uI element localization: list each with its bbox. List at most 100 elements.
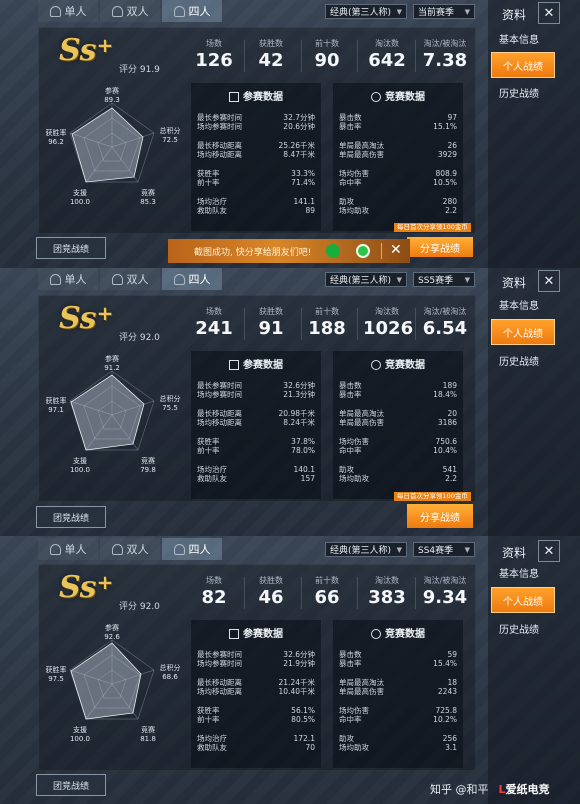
crosshair-icon: [371, 92, 381, 102]
tab-squad[interactable]: 四人: [162, 268, 222, 290]
mode-value: 经典(第三人称): [330, 8, 392, 18]
screenshot-toast: 截图成功, 快分享给朋友们吧! ✕: [168, 239, 410, 263]
side-item-history[interactable]: 历史战绩: [488, 80, 550, 104]
side-item-personal-record[interactable]: 个人战绩: [491, 52, 555, 78]
close-icon[interactable]: ✕: [390, 242, 402, 258]
data-row: 单局最高淘汰 26: [339, 141, 457, 150]
record-panel-3: 单人 双人 四人 经典(第三人称) ▼ SS4赛季 ▼ 资料 ✕ 基本信息 个人战绩…: [0, 536, 580, 804]
radar-label-participation: 参赛 89.3: [104, 87, 120, 104]
tab-squad[interactable]: 四人: [162, 538, 222, 560]
tab-duo[interactable]: 双人: [100, 268, 160, 290]
data-row: 场均治疗 140.1: [197, 465, 315, 474]
radar-label-points: 总积分 68.6: [159, 664, 181, 681]
wechat-icon[interactable]: [326, 244, 340, 258]
side-item-personal-record[interactable]: 个人战绩: [491, 587, 555, 613]
stat-kd: 淘汰/被淘汰 6.54: [422, 307, 468, 339]
divider: [415, 577, 416, 609]
side-item-basic-info[interactable]: 基本信息: [488, 560, 550, 584]
radar-label-combat: 竞赛 85.3: [140, 189, 156, 206]
data-row: 最长移动距离 20.98千米: [197, 409, 315, 418]
radar-box: 参赛 92.6 总积分 68.6 竞赛 81.8 支援 100.0 获胜率 97.5: [39, 620, 184, 769]
chevron-down-icon: ▼: [396, 7, 402, 16]
data-row: 最长参赛时间 32.6分钟: [197, 650, 315, 659]
section-title: 竞赛数据: [333, 356, 463, 371]
mode-dropdown[interactable]: 经典(第三人称) ▼: [325, 272, 407, 287]
radar-chart: [69, 102, 155, 183]
close-button[interactable]: ✕: [538, 540, 560, 562]
divider: [244, 40, 245, 72]
team-record-button[interactable]: 团竞战绩: [36, 237, 106, 259]
divider: [244, 577, 245, 609]
person-icon: [111, 273, 123, 285]
tab-label: 四人: [188, 273, 211, 286]
radar-chart: [69, 639, 155, 720]
close-button[interactable]: ✕: [538, 270, 560, 292]
season-dropdown[interactable]: SS5赛季 ▼: [413, 272, 475, 287]
bar-chart-icon: [229, 629, 239, 639]
stat-top10: 前十数 66: [314, 576, 340, 608]
tab-squad[interactable]: 四人: [162, 0, 222, 22]
stat-kd: 淘汰/被淘汰 7.38: [422, 39, 468, 71]
crosshair-icon: [371, 629, 381, 639]
team-record-button[interactable]: 团竞战绩: [36, 774, 106, 796]
data-row: 场均移动距离 8.47千米: [197, 150, 315, 159]
person-icon: [49, 5, 61, 17]
divider: [415, 40, 416, 72]
radar-label-combat: 竞赛 79.8: [140, 457, 156, 474]
side-item-personal-record[interactable]: 个人战绩: [491, 319, 555, 345]
mode-dropdown[interactable]: 经典(第三人称) ▼: [325, 542, 407, 557]
data-row: 前十率 71.4%: [197, 178, 315, 187]
data-row: 场均参赛时间 21.3分钟: [197, 390, 315, 399]
side-item-basic-info[interactable]: 基本信息: [488, 292, 550, 316]
side-title: 资料: [502, 546, 527, 560]
data-row: 救助队友 89: [197, 206, 315, 215]
watermark-site: L爱纸电竞: [498, 783, 550, 796]
side-item-history[interactable]: 历史战绩: [488, 348, 550, 372]
data-row: 单局最高淘汰 18: [339, 678, 457, 687]
team-record-button[interactable]: 团竞战绩: [36, 506, 106, 528]
stat-kills: 淘汰数 383: [368, 576, 406, 608]
people-icon: [173, 5, 185, 17]
side-item-history[interactable]: 历史战绩: [488, 616, 550, 640]
data-row: 场均助攻 3.1: [339, 743, 457, 752]
data-row: 获胜率 33.3%: [197, 169, 315, 178]
data-row: 最长移动距离 21.24千米: [197, 678, 315, 687]
side-item-basic-info[interactable]: 基本信息: [488, 26, 550, 50]
tab-duo[interactable]: 双人: [100, 0, 160, 22]
share-record-button[interactable]: 分享战绩: [407, 237, 473, 257]
tab-solo[interactable]: 单人: [38, 0, 98, 22]
tab-duo[interactable]: 双人: [100, 538, 160, 560]
tab-label: 四人: [188, 5, 211, 18]
stat-wins: 获胜数 42: [258, 39, 284, 71]
data-row: 暴击数 59: [339, 650, 457, 659]
data-row: 助攻 280: [339, 197, 457, 206]
radar-label-support: 支援 100.0: [69, 726, 91, 743]
data-row: 单局最高伤害 3186: [339, 418, 457, 427]
share-record-button[interactable]: 分享战绩: [407, 504, 473, 528]
radar-label-support: 支援 100.0: [69, 189, 91, 206]
data-row: 场均治疗 141.1: [197, 197, 315, 206]
data-row: 场均移动距离 8.24千米: [197, 418, 315, 427]
season-dropdown[interactable]: SS4赛季 ▼: [413, 542, 475, 557]
reward-tag: 每日首次分享领100金币: [394, 492, 471, 501]
season-dropdown[interactable]: 当前赛季 ▼: [413, 4, 475, 19]
section-title: 参赛数据: [191, 356, 321, 371]
side-header: 资料 ✕: [488, 268, 580, 294]
data-row: 场均移动距离 10.40千米: [197, 687, 315, 696]
chevron-down-icon: ▼: [396, 545, 402, 554]
moments-icon[interactable]: [356, 244, 370, 258]
stat-kills: 淘汰数 642: [368, 39, 406, 71]
tab-solo[interactable]: 单人: [38, 538, 98, 560]
close-button[interactable]: ✕: [538, 2, 560, 24]
divider: [244, 308, 245, 340]
data-row: 最长参赛时间 32.7分钟: [197, 113, 315, 122]
grade-logo: Ss+: [59, 33, 113, 68]
section-title: 参赛数据: [191, 88, 321, 103]
competition-data: 竞赛数据 暴击数 59 暴击率 15.4% 单局最高淘汰 18 单局最高伤害 2243 …: [333, 620, 463, 768]
data-row: 最长参赛时间 32.6分钟: [197, 381, 315, 390]
tab-solo[interactable]: 单人: [38, 268, 98, 290]
people-icon: [173, 543, 185, 555]
mode-dropdown[interactable]: 经典(第三人称) ▼: [325, 4, 407, 19]
side-header: 资料 ✕: [488, 0, 580, 26]
radar-shape: [71, 107, 144, 183]
